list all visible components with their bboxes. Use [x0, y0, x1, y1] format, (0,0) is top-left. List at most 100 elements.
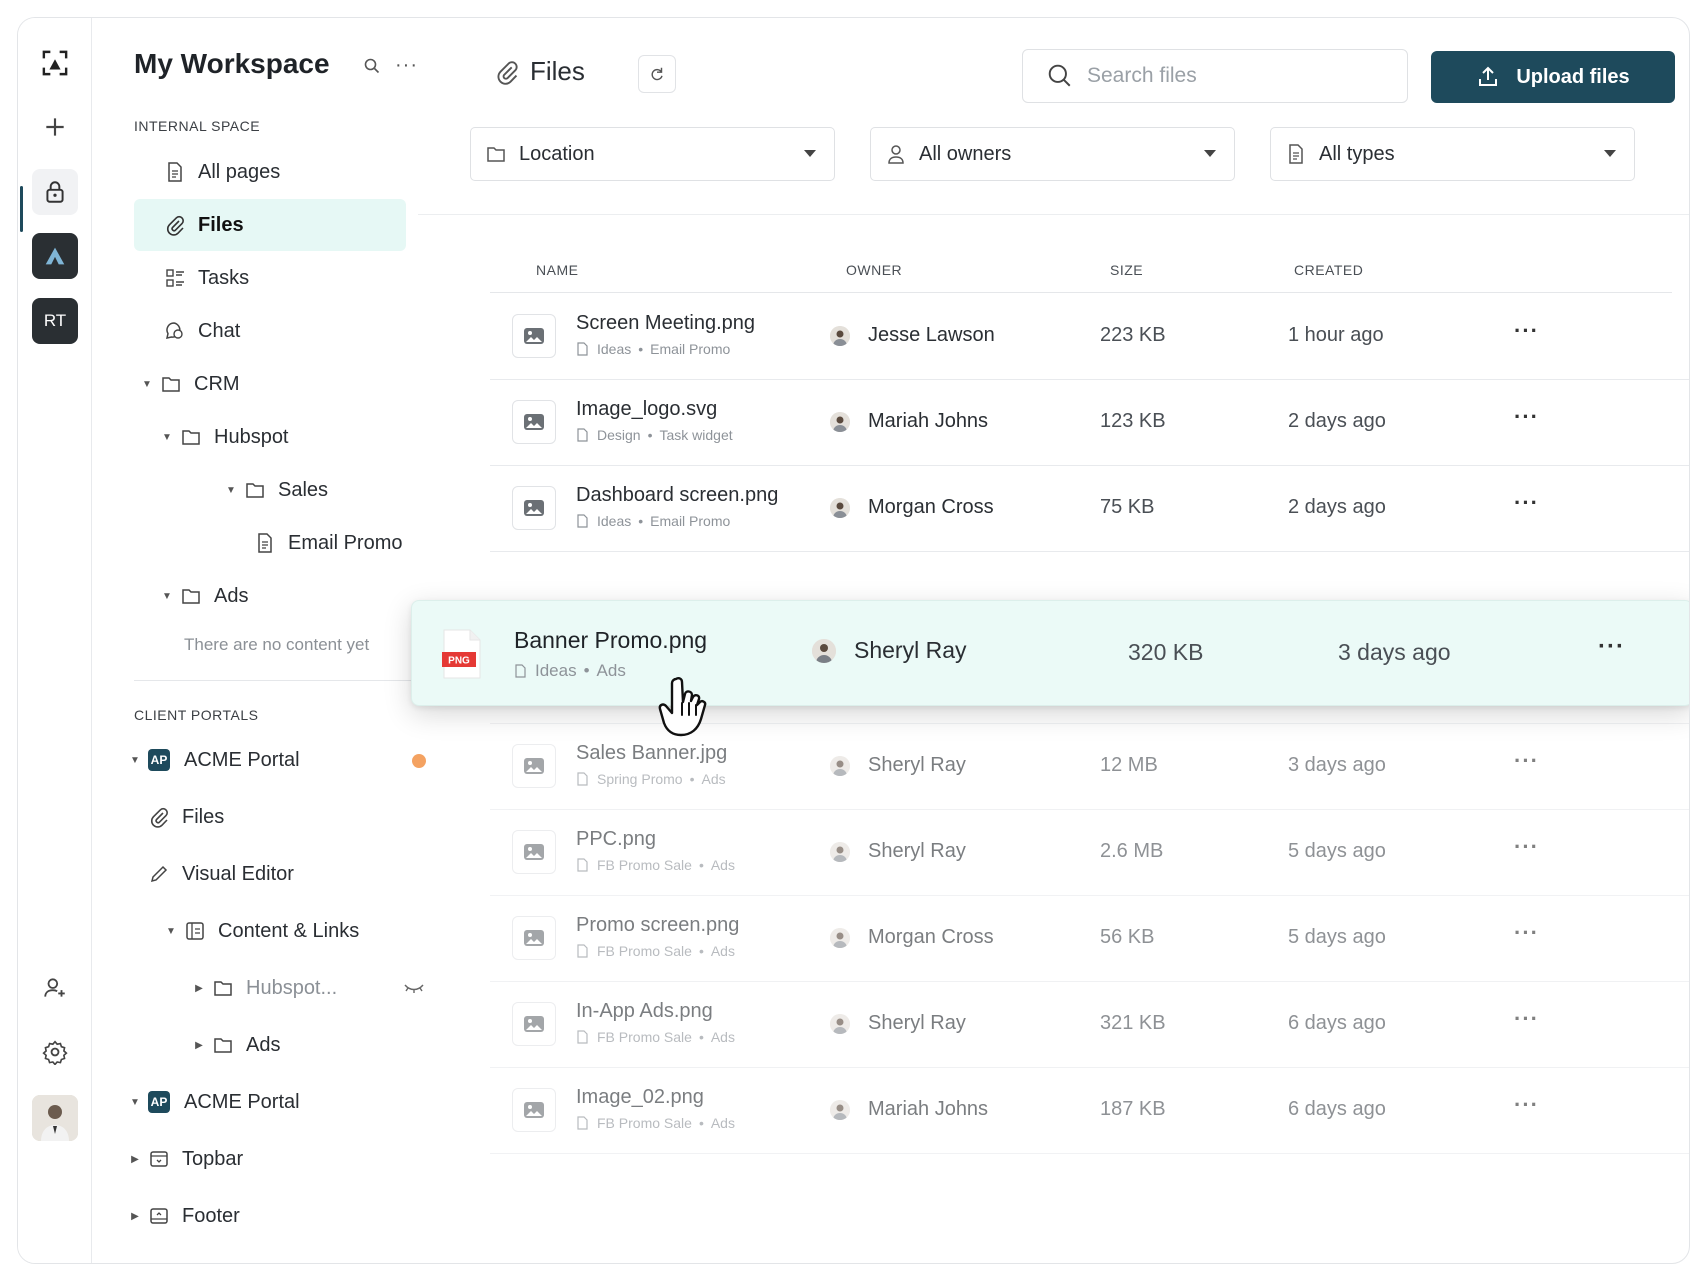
portal-badge: AP [148, 1091, 170, 1113]
file-path-part: Task widget [659, 427, 733, 443]
more-icon[interactable]: ··· [1514, 1006, 1539, 1032]
more-icon[interactable]: ··· [1514, 490, 1539, 516]
page-icon [515, 664, 526, 678]
file-size: 187 KB [1100, 1098, 1166, 1120]
sidebar-portal-acme-1[interactable]: ▼ AP ACME Portal [128, 734, 418, 786]
owner-name: Sheryl Ray [868, 1012, 966, 1034]
sidebar-item-chat[interactable]: Chat [134, 305, 404, 357]
file-path-part: Ads [596, 661, 626, 680]
sidebar-folder-crm[interactable]: ▼ CRM [134, 358, 404, 410]
sidebar-portal-visual-editor[interactable]: Visual Editor [148, 848, 408, 900]
workspace-a-icon[interactable] [32, 233, 78, 279]
more-icon[interactable]: ··· [1514, 834, 1539, 860]
chevron-down-icon [1204, 150, 1216, 157]
refresh-button[interactable] [638, 55, 676, 93]
file-size: 75 KB [1100, 496, 1155, 518]
file-name: Dashboard screen.png [576, 484, 779, 506]
image-thumbnail-icon [512, 314, 556, 358]
table-row[interactable]: Screen Meeting.png Ideas • Email Promo Jesse… [490, 294, 1689, 380]
sidebar-portal-content-links[interactable]: ▼ Content & Links [164, 905, 424, 957]
page-icon [577, 858, 588, 872]
logo-icon[interactable] [32, 40, 78, 86]
sidebar-portal-files[interactable]: Files [148, 791, 408, 843]
table-row[interactable]: Promo screen.png FB Promo Sale • Ads Morgan … [490, 896, 1689, 982]
table-row[interactable]: In-App Ads.png FB Promo Sale • Ads Sheryl Ra… [490, 982, 1689, 1068]
owner-avatar [830, 325, 850, 346]
caret-right-icon[interactable]: ▶ [128, 1154, 142, 1165]
column-header-owner[interactable]: OWNER [846, 262, 902, 278]
folder-icon [244, 479, 266, 501]
more-icon[interactable]: ··· [1598, 633, 1625, 661]
file-path: FB Promo Sale • Ads [576, 1029, 735, 1045]
caret-down-icon[interactable]: ▼ [160, 591, 174, 602]
image-thumbnail-icon [512, 744, 556, 788]
table-row[interactable]: Image_logo.svg Design • Task widget Mariah J… [490, 380, 1689, 466]
types-filter[interactable]: All types [1270, 127, 1635, 181]
search-input[interactable] [1087, 64, 1387, 88]
caret-right-icon[interactable]: ▶ [192, 1040, 206, 1051]
paperclip-icon [148, 806, 170, 828]
upload-files-button[interactable]: Upload files [1431, 51, 1675, 103]
search-field[interactable] [1022, 49, 1408, 103]
image-thumbnail-icon [512, 830, 556, 874]
table-row[interactable]: Image_02.png FB Promo Sale • Ads Mariah John… [490, 1068, 1689, 1154]
sidebar-portal-topbar[interactable]: ▶ Topbar [128, 1133, 418, 1185]
owner-name: Mariah Johns [868, 410, 989, 432]
sidebar-folder-sales[interactable]: ▼ Sales [224, 464, 414, 516]
file-created: 2 days ago [1288, 496, 1386, 518]
search-icon [1048, 64, 1071, 87]
owners-filter[interactable]: All owners [870, 127, 1235, 181]
file-path-part: Spring Promo [597, 771, 683, 787]
file-owner: Jesse Lawson [830, 324, 995, 347]
caret-down-icon[interactable]: ▼ [164, 926, 178, 937]
search-icon[interactable] [362, 56, 382, 76]
more-icon[interactable]: ··· [1514, 318, 1539, 344]
column-header-name[interactable]: NAME [536, 262, 578, 278]
caret-right-icon[interactable]: ▶ [192, 983, 206, 994]
table-header-divider [490, 292, 1672, 293]
table-row[interactable]: Dashboard screen.png Ideas • Email Promo Mor… [490, 466, 1689, 552]
png-badge: PNG [448, 656, 470, 667]
more-icon[interactable]: ··· [1514, 404, 1539, 430]
more-icon[interactable]: ··· [1514, 1092, 1539, 1118]
sidebar-folder-ads[interactable]: ▼ Ads [154, 570, 404, 622]
dragged-file-row[interactable]: PNG Banner Promo.png Ideas • Ads Sheryl … [411, 600, 1689, 706]
more-icon[interactable]: ··· [1514, 920, 1539, 946]
caret-right-icon[interactable]: ▶ [128, 1211, 142, 1222]
sidebar-page-email-promo[interactable]: Email Promo [254, 517, 434, 569]
hidden-eye-icon[interactable] [404, 982, 424, 994]
sidebar-portal-ads[interactable]: ▶ Ads [192, 1019, 432, 1071]
location-filter[interactable]: Location [470, 127, 835, 181]
more-icon[interactable]: ··· [395, 54, 418, 77]
workspace-rt-button[interactable]: RT [32, 298, 78, 344]
user-avatar[interactable] [32, 1095, 78, 1141]
add-user-icon[interactable] [32, 965, 78, 1011]
file-name: In-App Ads.png [576, 1000, 713, 1022]
caret-down-icon[interactable]: ▼ [128, 1097, 142, 1108]
paperclip-icon [164, 214, 186, 236]
add-icon[interactable] [32, 104, 78, 150]
file-name: Sales Banner.jpg [576, 742, 728, 764]
sidebar-portal-hubspot[interactable]: ▶ Hubspot... [192, 962, 432, 1014]
file-path-part: Ideas [597, 341, 632, 357]
caret-down-icon[interactable]: ▼ [140, 379, 154, 390]
column-header-size[interactable]: SIZE [1110, 262, 1143, 278]
table-row[interactable]: PPC.png FB Promo Sale • Ads Sheryl Ray 2.6 MB… [490, 810, 1689, 896]
sidebar-item-files[interactable]: Files [134, 199, 406, 251]
file-path-part: Ideas [597, 513, 632, 529]
folder-icon [212, 977, 234, 999]
sidebar-item-tasks[interactable]: Tasks [134, 252, 404, 304]
sidebar-portal-footer[interactable]: ▶ Footer [128, 1190, 418, 1242]
gear-icon[interactable] [32, 1029, 78, 1075]
column-header-created[interactable]: CREATED [1294, 262, 1363, 278]
lock-icon[interactable] [32, 169, 78, 215]
caret-down-icon[interactable]: ▼ [128, 755, 142, 766]
caret-down-icon[interactable]: ▼ [224, 485, 238, 496]
caret-down-icon[interactable]: ▼ [160, 432, 174, 443]
sidebar-portal-acme-2[interactable]: ▼ AP ACME Portal [128, 1076, 418, 1128]
sidebar-item-all-pages[interactable]: All pages [134, 146, 404, 198]
sidebar-folder-hubspot[interactable]: ▼ Hubspot [154, 411, 404, 463]
more-icon[interactable]: ··· [1514, 748, 1539, 774]
app-window: RT My Workspace ··· INTERNAL SPACE All p… [17, 17, 1690, 1264]
file-owner: Mariah Johns [830, 410, 988, 433]
